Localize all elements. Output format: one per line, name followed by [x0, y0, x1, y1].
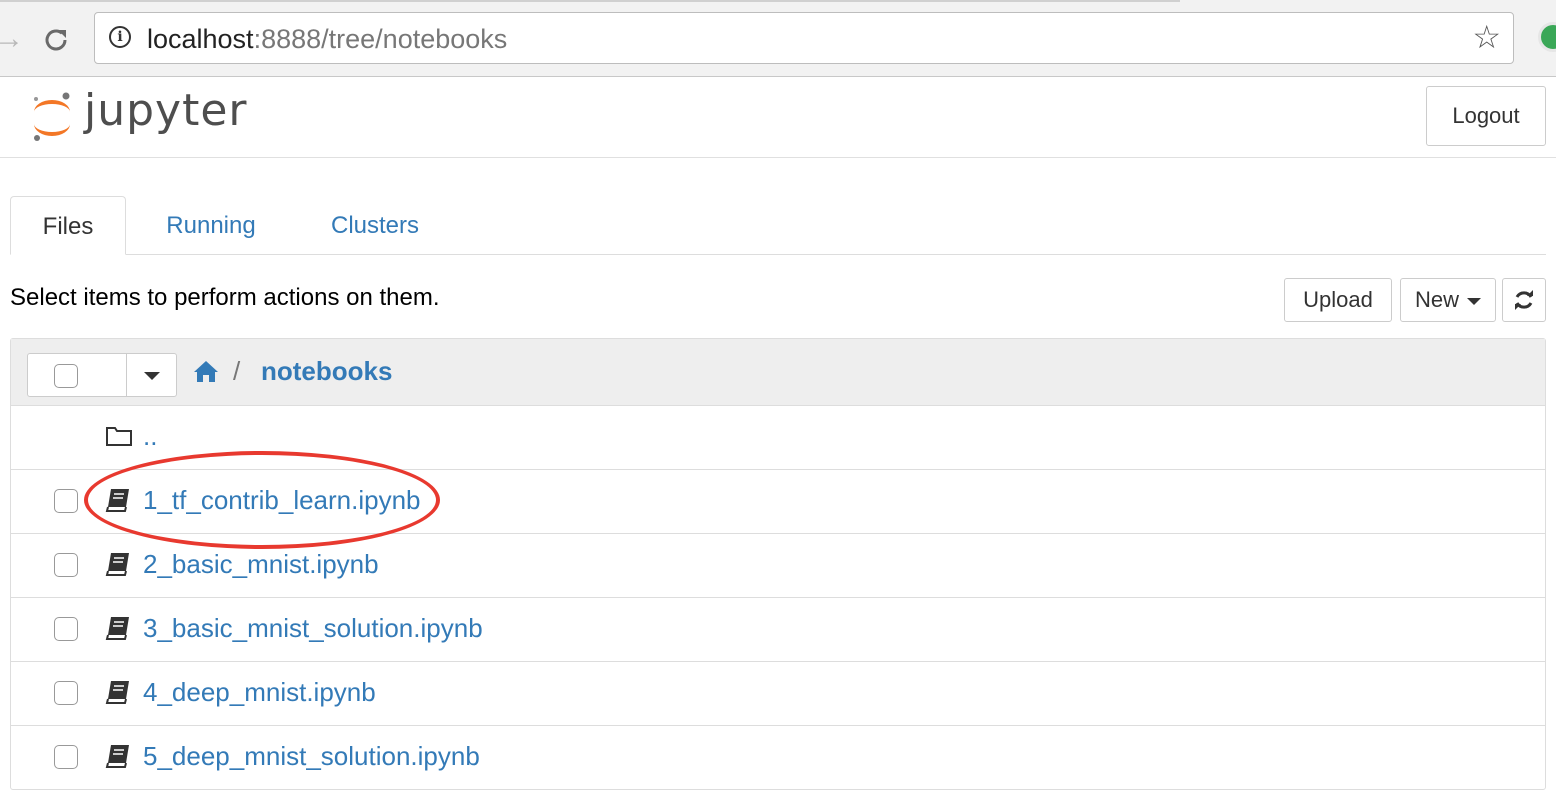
notebook-icon — [105, 553, 129, 576]
refresh-button[interactable] — [1502, 278, 1546, 322]
notebook-link[interactable]: 4_deep_mnist.ipynb — [143, 676, 376, 708]
list-item[interactable]: 4_deep_mnist.ipynb — [11, 662, 1545, 726]
row-checkbox[interactable] — [54, 745, 78, 769]
new-button-label: New — [1414, 287, 1459, 312]
url-host: localhost — [147, 24, 254, 54]
selection-hint: Select items to perform actions on them. — [10, 284, 440, 311]
jupyter-logo-text[interactable]: jupyter — [84, 84, 248, 138]
breadcrumb-separator: / — [233, 356, 241, 386]
new-dropdown-button[interactable]: New — [1400, 278, 1496, 322]
tab-strip-edge — [0, 0, 1180, 2]
forward-arrow-icon[interactable]: → — [0, 24, 24, 54]
notebook-link[interactable]: 3_basic_mnist_solution.ipynb — [143, 612, 483, 644]
parent-directory-link[interactable]: .. — [143, 420, 157, 452]
file-list-header: / notebooks — [11, 339, 1545, 406]
upload-button[interactable]: Upload — [1284, 278, 1392, 322]
notebook-link[interactable]: 5_deep_mnist_solution.ipynb — [143, 740, 480, 772]
chevron-down-icon — [1467, 297, 1481, 305]
notebook-icon — [105, 617, 129, 640]
row-checkbox[interactable] — [54, 617, 78, 641]
list-item[interactable]: 5_deep_mnist_solution.ipynb — [11, 726, 1545, 790]
info-icon[interactable]: i — [109, 26, 131, 48]
url-path: :8888/tree/notebooks — [253, 24, 508, 54]
header-divider — [0, 157, 1556, 158]
file-list: / notebooks .. 1_tf_contrib_learn.ipynb … — [10, 338, 1546, 790]
jupyter-logo-icon[interactable] — [28, 86, 76, 146]
breadcrumb-current[interactable]: notebooks — [261, 355, 392, 387]
star-icon[interactable]: ☆ — [1472, 21, 1501, 53]
extension-icon[interactable] — [1538, 22, 1556, 52]
select-all-checkbox[interactable] — [54, 364, 78, 388]
notebook-link[interactable]: 2_basic_mnist.ipynb — [143, 548, 379, 580]
notebook-icon — [105, 681, 129, 704]
list-item[interactable]: 3_basic_mnist_solution.ipynb — [11, 598, 1545, 662]
row-checkbox[interactable] — [54, 681, 78, 705]
row-checkbox[interactable] — [54, 553, 78, 577]
tab-files[interactable]: Files — [10, 196, 126, 255]
refresh-icon — [1515, 290, 1533, 310]
url-text: localhost:8888/tree/notebooks — [147, 24, 507, 54]
row-checkbox[interactable] — [54, 489, 78, 513]
home-icon[interactable] — [193, 359, 219, 383]
browser-toolbar: → i localhost:8888/tree/notebooks ☆ — [0, 0, 1556, 77]
address-bar[interactable]: i localhost:8888/tree/notebooks ☆ — [94, 12, 1514, 64]
tab-clusters[interactable]: Clusters — [310, 196, 440, 255]
logout-button[interactable]: Logout — [1426, 86, 1546, 146]
notebook-icon — [105, 745, 129, 768]
chevron-down-icon[interactable] — [144, 372, 160, 380]
select-divider — [126, 354, 127, 396]
folder-icon — [106, 427, 132, 446]
select-all-dropdown[interactable] — [27, 353, 177, 397]
reload-icon[interactable] — [40, 24, 72, 56]
highlight-annotation — [84, 451, 440, 549]
tab-running[interactable]: Running — [140, 196, 282, 255]
